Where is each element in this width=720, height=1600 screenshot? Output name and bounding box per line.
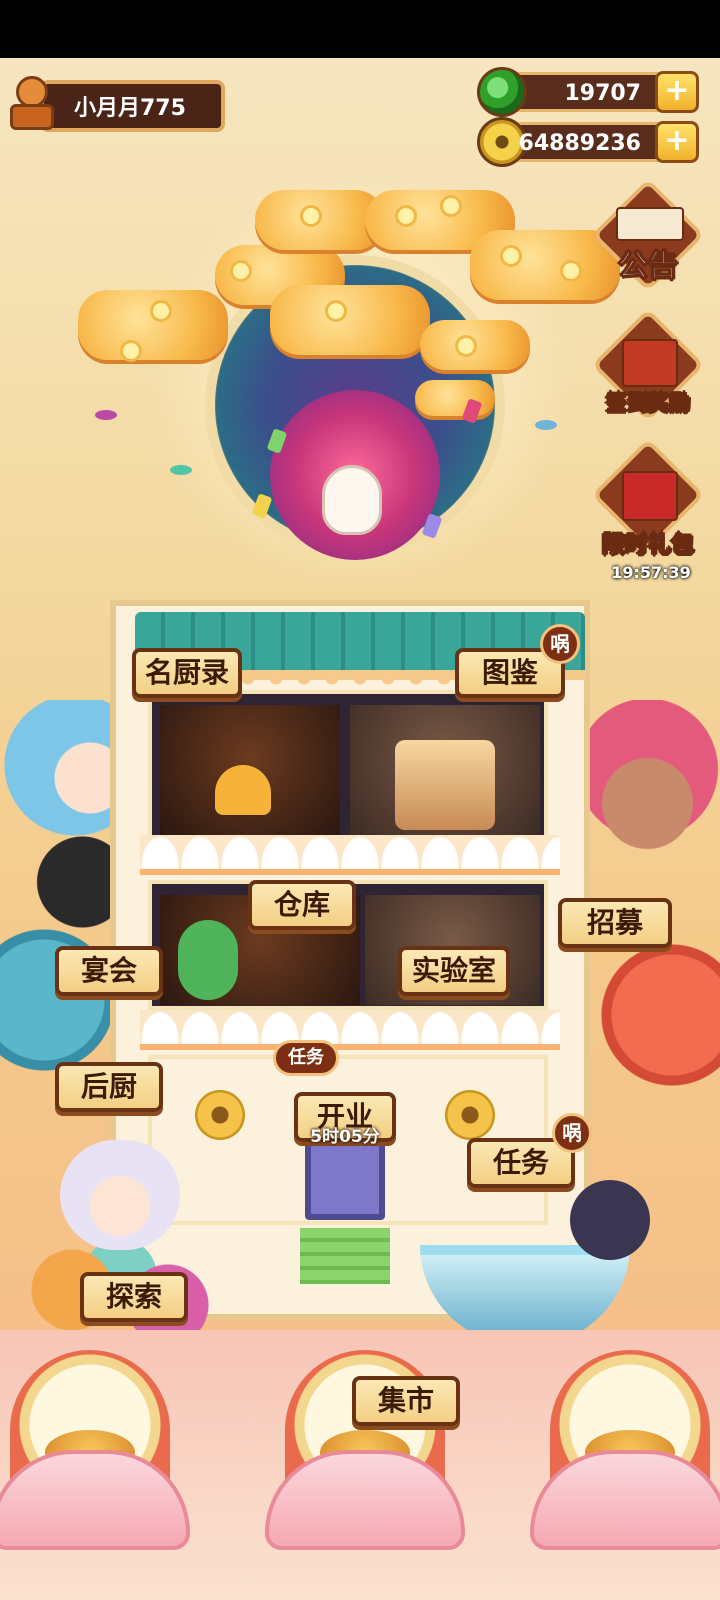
tasks-notification-badge: 㖞 (552, 1113, 592, 1153)
leaf-decoration (535, 420, 557, 430)
tree-canopy (270, 285, 430, 355)
warehouse-button[interactable]: 仓库 (248, 880, 356, 930)
market-button[interactable]: 集市 (352, 1376, 460, 1426)
open-task-tag: 任务 (273, 1040, 339, 1076)
flower-decoration (120, 340, 142, 362)
kitchen-button[interactable]: 后厨 (55, 1062, 163, 1112)
codex-notification-badge: 㖞 (540, 624, 580, 664)
cloud-divider (140, 835, 560, 875)
limited-gift-button[interactable]: 限时礼包 (591, 438, 705, 565)
flower-decoration (230, 260, 252, 282)
market-stall-left[interactable] (0, 1350, 190, 1550)
announcement-label: 公告 (618, 249, 679, 285)
player-name: 小月月775 (74, 96, 186, 121)
add-coins-button[interactable]: + (655, 121, 699, 163)
recruit-button[interactable]: 招募 (558, 898, 672, 948)
explore-button[interactable]: 探索 (80, 1272, 188, 1322)
status-bar (0, 0, 720, 58)
gift-label: 限时礼包 (602, 532, 695, 559)
penguin-character (570, 1180, 650, 1260)
tree-canopy (415, 380, 495, 416)
green-phoenix-statue (178, 920, 238, 1000)
flower-decoration (325, 300, 347, 322)
scroll-icon (616, 207, 684, 241)
flower-decoration (300, 205, 322, 227)
layer-cake (395, 740, 495, 830)
calendar-icon (622, 339, 678, 387)
flower-decoration (500, 245, 522, 267)
jade-amount: 19707 (564, 81, 641, 106)
gift-countdown: 19:57:39 (611, 563, 691, 582)
player-name-plate[interactable]: 小月月775 (40, 80, 225, 132)
flower-decoration (395, 205, 417, 227)
coin-currency-bar: 64889236 + (477, 117, 699, 167)
leaf-decoration (95, 410, 117, 420)
game-screen: 小月月775 19707 + 64889236 + 公告 签到奖励 限时礼包 1… (0, 0, 720, 1600)
lab-button[interactable]: 实验室 (398, 946, 510, 996)
flower-decoration (455, 335, 477, 357)
red-cloud-decoration (600, 930, 720, 1100)
giftbox-icon (622, 471, 678, 521)
flower-decoration (560, 260, 582, 282)
chefs-button[interactable]: 名厨录 (132, 648, 242, 698)
banquet-button[interactable]: 宴会 (55, 946, 163, 996)
flower-decoration (150, 300, 172, 322)
white-bird-mascot (322, 465, 382, 535)
bun-dish (215, 765, 271, 815)
leaf-decoration (170, 465, 192, 475)
white-haired-character (60, 1140, 180, 1250)
cloud-divider (140, 1010, 560, 1050)
announcement-button[interactable]: 公告 (591, 178, 705, 295)
avatar-body (10, 104, 54, 130)
checkin-reward-button[interactable]: 签到奖励 (591, 308, 705, 425)
add-jade-button[interactable]: + (655, 71, 699, 113)
player-avatar-icon[interactable] (4, 74, 60, 132)
coin-amount: 64889236 (518, 131, 641, 156)
restaurant-door[interactable] (305, 1140, 385, 1220)
jade-currency-bar: 19707 + (477, 67, 699, 117)
checkin-label: 签到奖励 (606, 391, 691, 416)
coin-ornament (445, 1090, 495, 1140)
open-countdown: 5时05分 (310, 1127, 380, 1147)
tree-canopy (78, 290, 228, 360)
flower-decoration (440, 195, 462, 217)
jade-icon (477, 67, 527, 117)
pink-lion-character (575, 700, 720, 930)
entrance-stairs (300, 1228, 390, 1284)
coin-ornament (195, 1090, 245, 1140)
market-stall-right[interactable] (530, 1350, 720, 1550)
